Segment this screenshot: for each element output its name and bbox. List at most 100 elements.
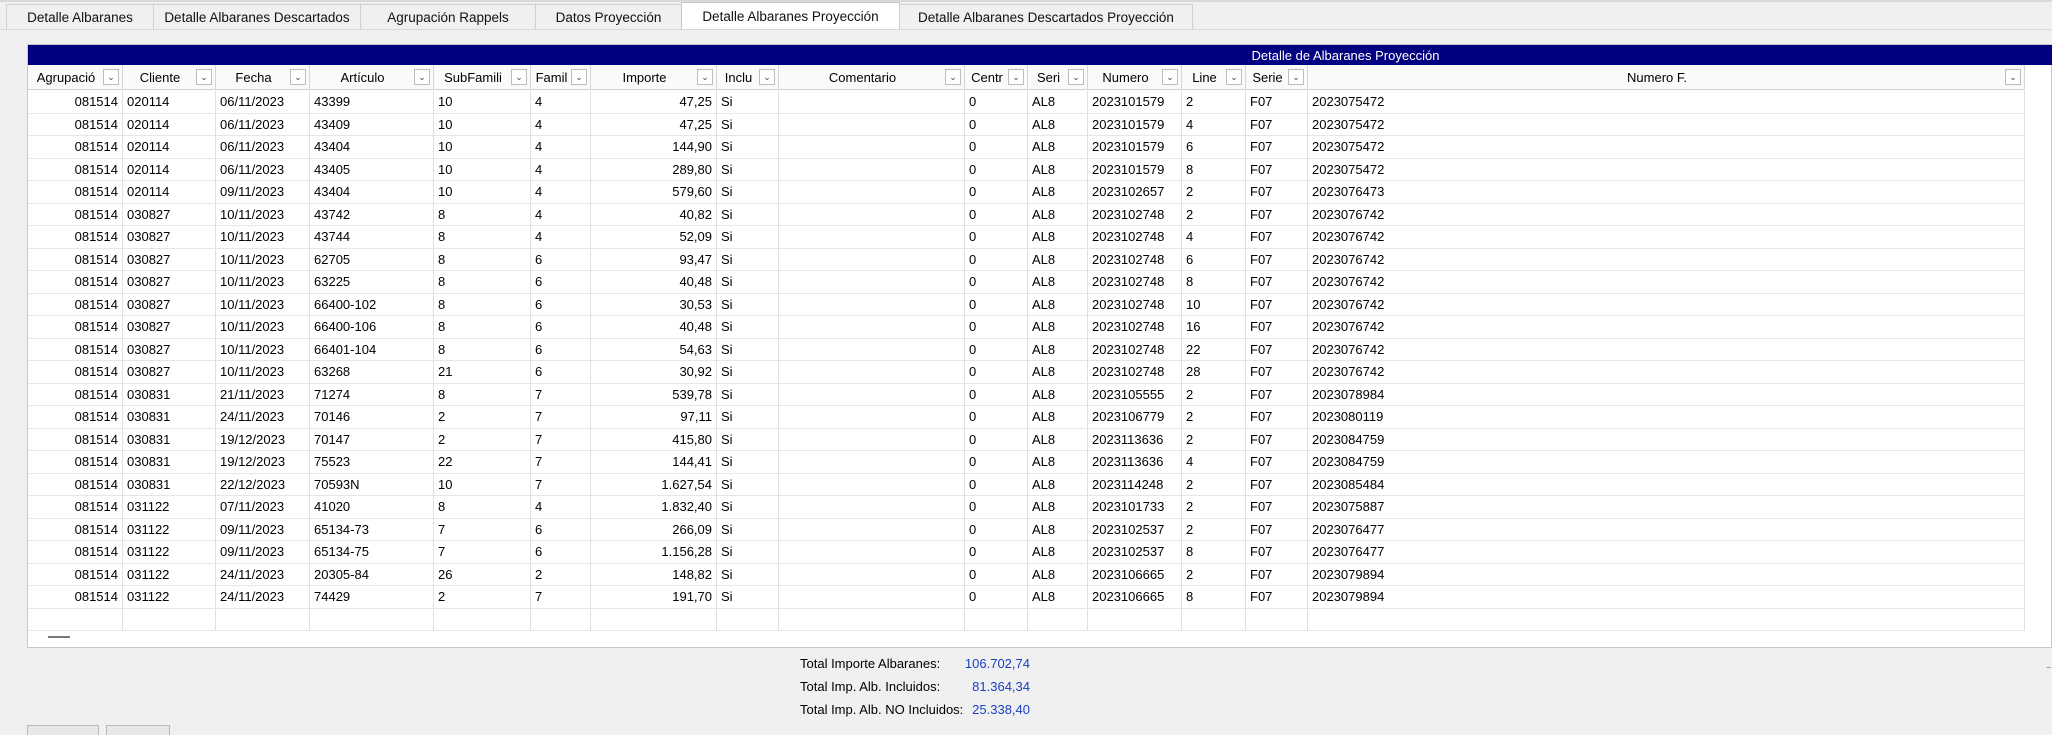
column-header-4[interactable]: SubFamili ⌄ xyxy=(434,65,531,90)
column-header-2[interactable]: Fecha ⌄ xyxy=(216,65,310,90)
table-row[interactable]: 081514 030831 19/12/2023 75523 22 7 144,41 Si 0 A… xyxy=(28,451,2025,474)
column-header-11[interactable]: Numero ⌄ xyxy=(1088,65,1182,90)
cell-seri: AL8 xyxy=(1028,226,1088,248)
table-row[interactable]: 081514 030827 10/11/2023 66400-106 8 6 40,48 Si… xyxy=(28,316,2025,339)
bottom-button-2[interactable] xyxy=(106,725,170,735)
cell-importe: 40,48 xyxy=(591,271,717,293)
cell-numero-f-: 2023078984 xyxy=(1308,383,2025,406)
table-row[interactable]: 081514 030827 10/11/2023 66401-104 8 6 54,63 Si… xyxy=(28,338,2025,361)
table-row[interactable]: 081514 031122 24/11/2023 20305-84 26 2 148,82 S… xyxy=(28,563,2025,586)
column-header-10[interactable]: Seri ⌄ xyxy=(1028,65,1088,90)
cell-centr: 0 xyxy=(965,248,1028,271)
chevron-down-icon[interactable]: ⌄ xyxy=(1162,69,1178,85)
total-label: Total Importe Albaranes: xyxy=(800,656,941,671)
cell-subfamili: 8 xyxy=(434,226,531,248)
tab-5[interactable]: Detalle Albaranes Descartados Proyección xyxy=(899,4,1193,30)
cell-importe: 1.156,28 xyxy=(591,541,717,563)
cell-comentario xyxy=(779,406,965,428)
table-row[interactable]: 081514 030827 10/11/2023 43742 8 4 40,82 Si 0 AL8… xyxy=(28,203,2025,226)
cell-fecha: 10/11/2023 xyxy=(216,248,310,271)
chevron-down-icon[interactable]: ⌄ xyxy=(2005,69,2021,85)
cell-agrupaci-: 081514 xyxy=(28,406,123,428)
column-header-13[interactable]: Serie ⌄ xyxy=(1246,65,1308,90)
table-row[interactable]: 081514 031122 09/11/2023 65134-75 7 6 1.156,28… xyxy=(28,541,2025,564)
cell-numero: 2023101579 xyxy=(1088,136,1182,158)
table-row[interactable]: 081514 020114 06/11/2023 43405 10 4 289,80 Si 0 A… xyxy=(28,158,2025,181)
tab-3[interactable]: Datos Proyección xyxy=(535,4,682,30)
tab-4[interactable]: Detalle Albaranes Proyección xyxy=(681,2,900,30)
table-row[interactable]: 081514 030827 10/11/2023 66400-102 8 6 30,53 Si… xyxy=(28,293,2025,316)
cell-numero-f-: 2023076742 xyxy=(1308,361,2025,383)
cell-comentario xyxy=(779,91,965,113)
cell-numero: 2023101579 xyxy=(1088,158,1182,181)
column-header-3[interactable]: Artículo ⌄ xyxy=(310,65,434,90)
albaranes-proyeccion-grid[interactable]: Detalle de Albaranes Proyección Agrupaci… xyxy=(27,44,2052,678)
cell-line: 2 xyxy=(1182,181,1246,203)
table-row[interactable]: 081514 030827 10/11/2023 63225 8 6 40,48 Si 0 AL8… xyxy=(28,271,2025,294)
chevron-down-icon[interactable]: ⌄ xyxy=(571,69,587,85)
chevron-down-icon[interactable]: ⌄ xyxy=(697,69,713,85)
cell-fecha: 06/11/2023 xyxy=(216,113,310,136)
table-row[interactable]: 081514 031122 07/11/2023 41020 8 4 1.832,40 Si 0… xyxy=(28,496,2025,519)
cell-cliente: 030831 xyxy=(123,451,216,473)
cell-centr: 0 xyxy=(965,91,1028,113)
cell-famil: 7 xyxy=(531,586,591,608)
total-row: Total Imp. Alb. Incluidos: 81.364,34 xyxy=(800,679,1060,699)
column-header-7[interactable]: Inclu ⌄ xyxy=(717,65,779,90)
column-header-12[interactable]: Line ⌄ xyxy=(1182,65,1246,90)
table-row[interactable]: 081514 020114 06/11/2023 43399 10 4 47,25 Si 0 AL… xyxy=(28,91,2025,114)
table-row[interactable]: 081514 030827 10/11/2023 43744 8 4 52,09 Si 0 AL8… xyxy=(28,226,2025,249)
cell-inclu: Si xyxy=(717,338,779,361)
empty-cell xyxy=(779,608,965,631)
cell-subfamili: 2 xyxy=(434,428,531,451)
column-header-8[interactable]: Comentario ⌄ xyxy=(779,65,965,90)
column-header-14[interactable]: Numero F. ⌄ xyxy=(1308,65,2025,90)
grid-header-row: Agrupació ⌄ Cliente ⌄ Fecha ⌄ Artículo ⌄ SubFami… xyxy=(28,65,2025,90)
column-header-9[interactable]: Centr ⌄ xyxy=(965,65,1028,90)
table-row[interactable]: 081514 020114 06/11/2023 43404 10 4 144,90 Si 0 A… xyxy=(28,136,2025,159)
cell-inclu: Si xyxy=(717,181,779,203)
column-header-1[interactable]: Cliente ⌄ xyxy=(123,65,216,90)
column-header-6[interactable]: Importe ⌄ xyxy=(591,65,717,90)
table-row[interactable]: 081514 030831 19/12/2023 70147 2 7 415,80 Si 0 AL… xyxy=(28,428,2025,451)
chevron-down-icon[interactable]: ⌄ xyxy=(196,69,212,85)
column-header-label: Agrupació xyxy=(36,70,96,85)
empty-cell xyxy=(1182,608,1246,631)
table-row[interactable]: 081514 030827 10/11/2023 62705 8 6 93,47 Si 0 AL8… xyxy=(28,248,2025,271)
horizontal-scroll-indicator[interactable] xyxy=(48,636,70,638)
chevron-down-icon[interactable]: ⌄ xyxy=(1068,69,1084,85)
chevron-down-icon[interactable]: ⌄ xyxy=(511,69,527,85)
cell-art-culo: 43409 xyxy=(310,113,434,136)
cell-importe: 1.627,54 xyxy=(591,473,717,496)
chevron-down-icon[interactable]: ⌄ xyxy=(1226,69,1242,85)
cell-comentario xyxy=(779,136,965,158)
table-row[interactable]: 081514 030831 22/12/2023 70593N 10 7 1.627,54 S… xyxy=(28,473,2025,496)
table-row[interactable]: 081514 031122 24/11/2023 74429 2 7 191,70 Si 0 AL… xyxy=(28,586,2025,609)
chevron-down-icon[interactable]: ⌄ xyxy=(1008,69,1024,85)
cell-subfamili: 8 xyxy=(434,316,531,338)
tab-1[interactable]: Detalle Albaranes Descartados xyxy=(153,4,361,30)
chevron-down-icon[interactable]: ⌄ xyxy=(290,69,306,85)
table-row[interactable]: 081514 030831 24/11/2023 70146 2 7 97,11 Si 0 AL8… xyxy=(28,406,2025,429)
cell-numero-f-: 2023076742 xyxy=(1308,271,2025,293)
cell-centr: 0 xyxy=(965,293,1028,316)
table-row[interactable]: 081514 020114 06/11/2023 43409 10 4 47,25 Si 0 AL… xyxy=(28,113,2025,136)
chevron-down-icon[interactable]: ⌄ xyxy=(103,69,119,85)
column-header-5[interactable]: Famil ⌄ xyxy=(531,65,591,90)
chevron-down-icon[interactable]: ⌄ xyxy=(1288,69,1304,85)
table-row[interactable]: 081514 030827 10/11/2023 63268 21 6 30,92 Si 0 AL… xyxy=(28,361,2025,384)
tab-2[interactable]: Agrupación Rappels xyxy=(360,4,536,30)
cell-agrupaci-: 081514 xyxy=(28,158,123,181)
bottom-button-1[interactable] xyxy=(27,725,99,735)
table-row[interactable]: 081514 031122 09/11/2023 65134-73 7 6 266,09 Si… xyxy=(28,518,2025,541)
column-header-label: Fecha xyxy=(235,70,272,85)
table-row[interactable]: 081514 020114 09/11/2023 43404 10 4 579,60 Si 0 A… xyxy=(28,181,2025,204)
cell-subfamili: 7 xyxy=(434,518,531,541)
tab-0[interactable]: Detalle Albaranes xyxy=(6,4,154,30)
chevron-down-icon[interactable]: ⌄ xyxy=(945,69,961,85)
table-row[interactable]: 081514 030831 21/11/2023 71274 8 7 539,78 Si 0 AL… xyxy=(28,383,2025,406)
chevron-down-icon[interactable]: ⌄ xyxy=(414,69,430,85)
column-header-0[interactable]: Agrupació ⌄ xyxy=(28,65,123,90)
column-header-label: Numero xyxy=(1102,70,1149,85)
chevron-down-icon[interactable]: ⌄ xyxy=(759,69,775,85)
